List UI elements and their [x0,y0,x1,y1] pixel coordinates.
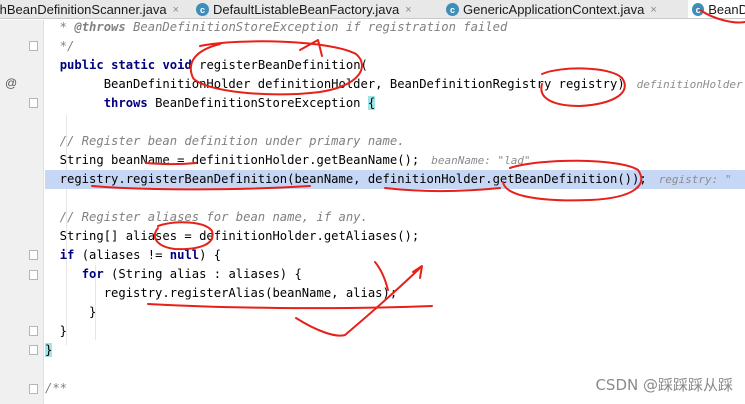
tab-bean-definition-reader-utils[interactable]: c BeanD [688,0,745,18]
tab-generic-application-context[interactable]: c GenericApplicationContext.java × [446,0,657,18]
code-line-9-current[interactable]: registry.registerBeanDefinition(beanName… [45,170,745,189]
fold-icon[interactable] [29,384,38,394]
code-line-2[interactable]: */ [45,37,745,56]
fold-icon[interactable] [29,250,38,260]
code-line-6[interactable] [45,113,745,132]
inline-hint: beanName: "lad" [431,154,531,167]
brace-match: { [367,96,376,110]
code-line-18[interactable]: } [45,341,745,360]
override-marker-icon[interactable]: @ [5,76,17,90]
code-line-10[interactable] [45,189,745,208]
code-line-5[interactable]: throws BeanDefinitionStoreException { [45,94,745,113]
code-line-4[interactable]: BeanDefinitionHolder definitionHolder, B… [45,75,745,94]
code-line-14[interactable]: for (String alias : aliases) { [45,265,745,284]
tab-label: GenericApplicationContext.java [463,2,645,17]
tab-scanner[interactable]: thBeanDefinitionScanner.java × [0,0,179,18]
class-icon: c [692,3,705,16]
fold-icon[interactable] [29,270,38,280]
class-icon: c [446,3,459,16]
fold-icon[interactable] [29,41,38,51]
code-line-17[interactable]: } [45,322,745,341]
editor-tab-bar: thBeanDefinitionScanner.java × c Default… [0,0,745,19]
code-line-11[interactable]: // Register aliases for bean name, if an… [45,208,745,227]
watermark: CSDN @踩踩踩从踩 [595,376,733,394]
tab-label: BeanD [708,2,745,17]
fold-icon[interactable] [29,326,38,336]
code-line-13[interactable]: if (aliases != null) { [45,246,745,265]
code-line-15[interactable]: registry.registerAlias(beanName, alias); [45,284,745,303]
tab-default-listable-bean-factory[interactable]: c DefaultListableBeanFactory.java × [196,0,412,18]
inline-hint: registry: " [658,173,732,186]
code-line-16[interactable]: } [45,303,745,322]
close-icon[interactable]: × [405,4,411,16]
code-line-12[interactable]: String[] aliases = definitionHolder.getA… [45,227,745,246]
inline-hint: definitionHolder [636,78,743,91]
class-icon: c [196,3,209,16]
tab-label: DefaultListableBeanFactory.java [213,2,400,17]
javadoc-throws-tag: @throws [74,20,126,34]
code-line-1[interactable]: * @throws BeanDefinitionStoreException i… [45,18,745,37]
tab-label: thBeanDefinitionScanner.java [0,2,167,17]
brace-match: } [45,343,53,357]
close-icon[interactable]: × [650,4,656,16]
close-icon[interactable]: × [173,4,179,16]
code-line-7[interactable]: // Register bean definition under primar… [45,132,745,151]
editor-gutter: @ [0,20,44,404]
fold-icon[interactable] [29,98,38,108]
code-line-3[interactable]: public static void registerBeanDefinitio… [45,56,745,75]
code-line-8[interactable]: String beanName = definitionHolder.getBe… [45,151,745,170]
fold-icon[interactable] [29,345,38,355]
